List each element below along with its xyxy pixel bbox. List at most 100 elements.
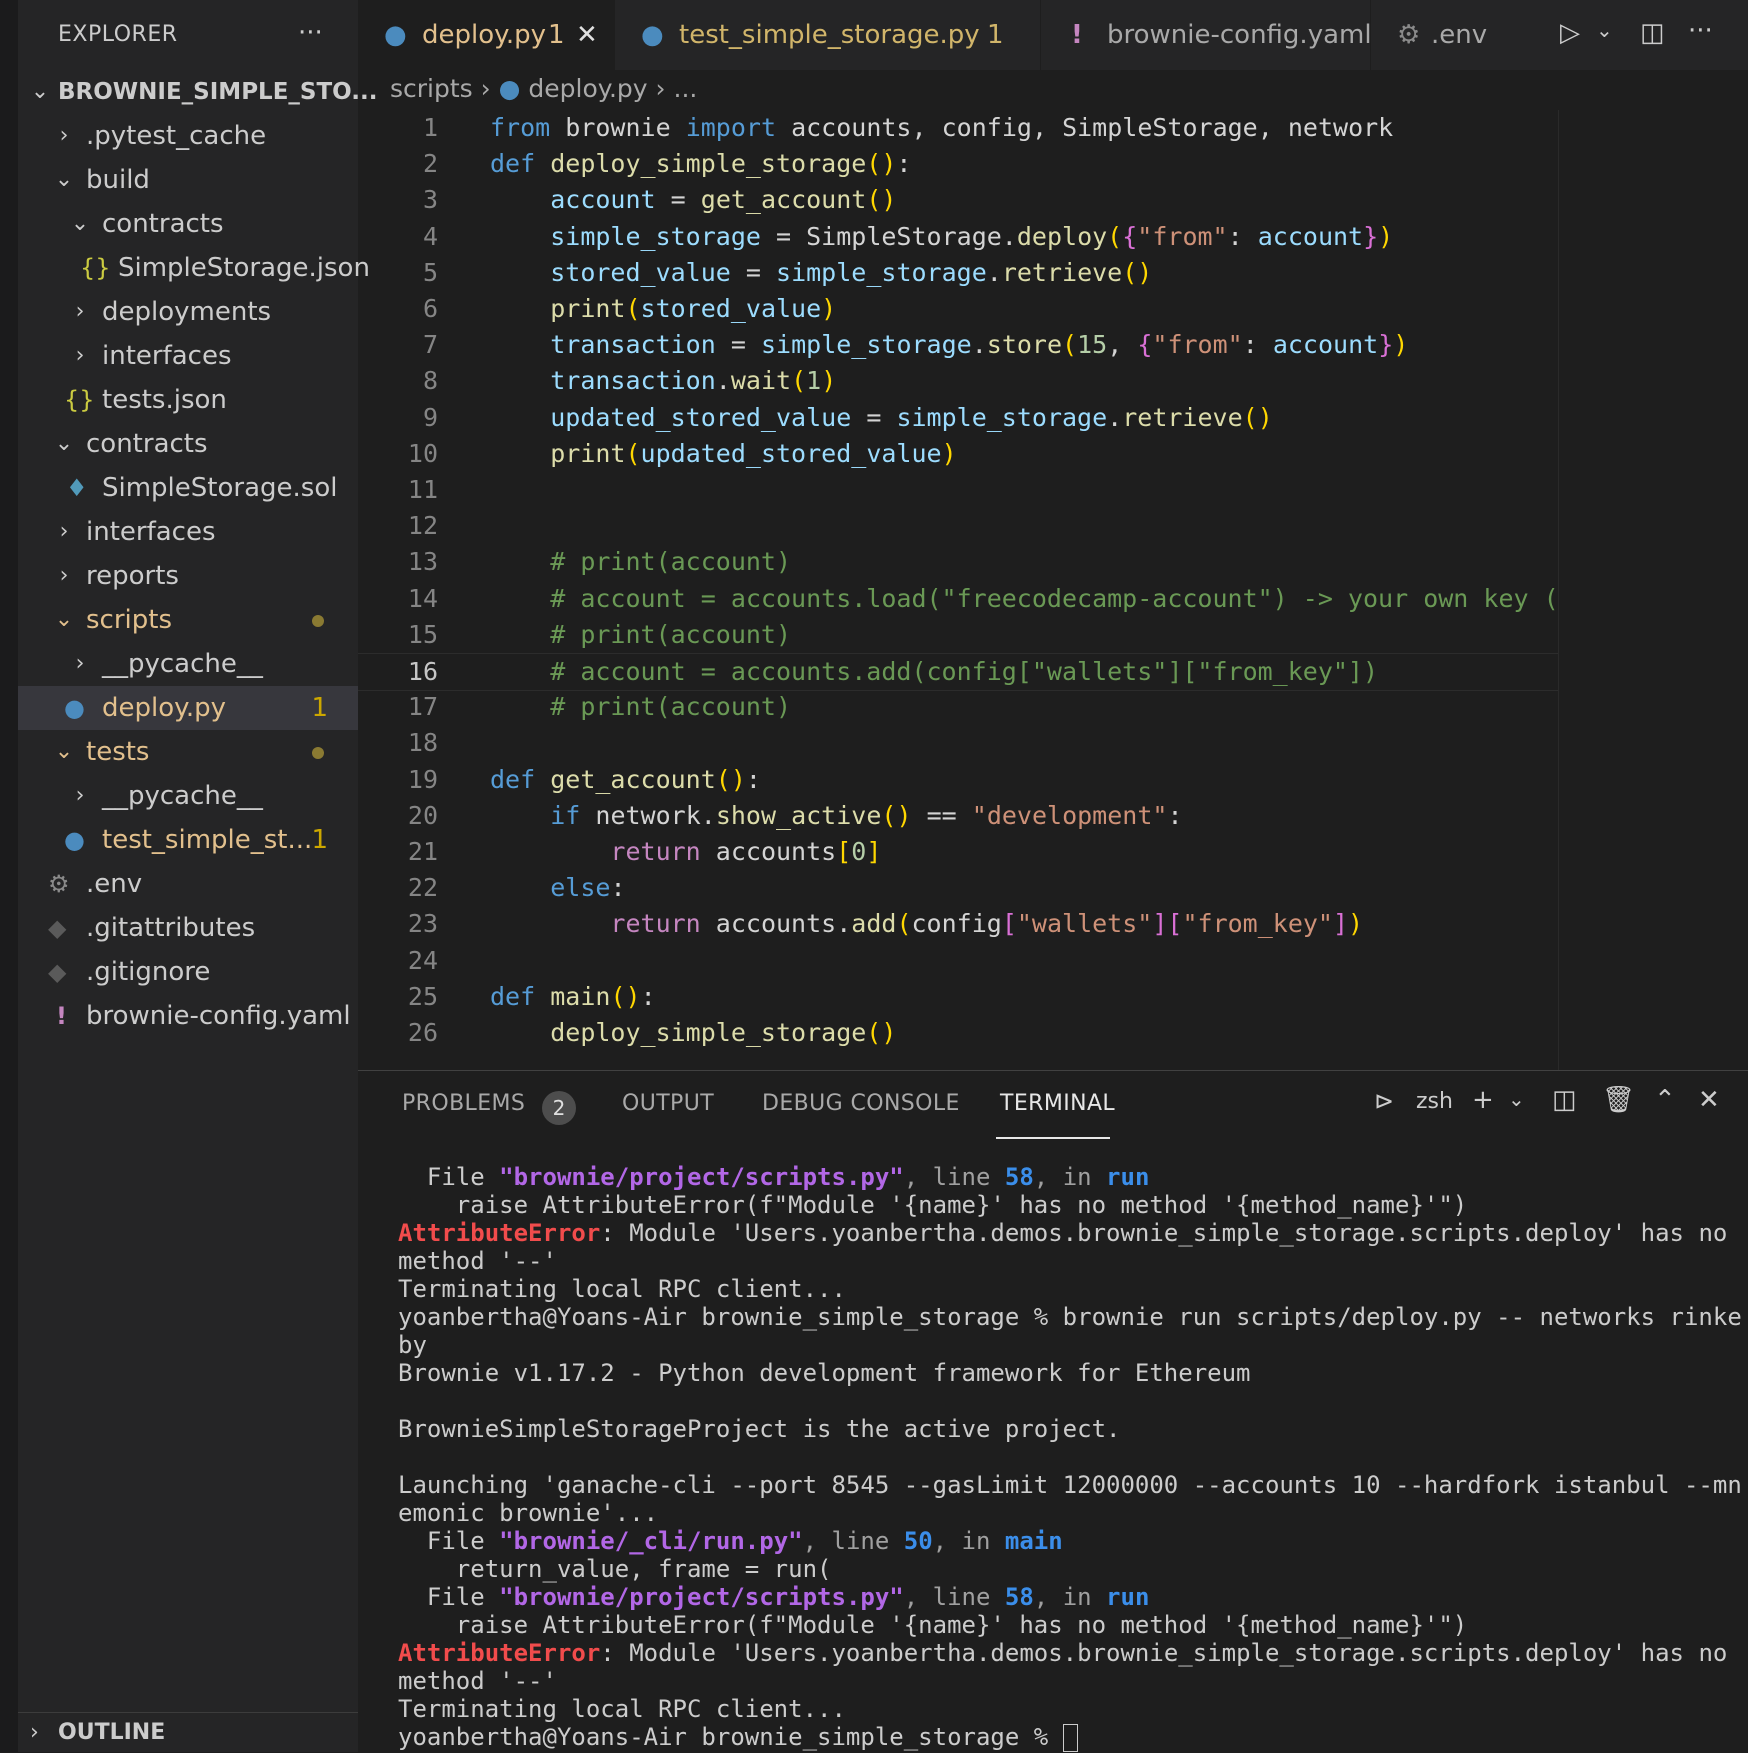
split-editor-icon[interactable]: ◫ bbox=[1640, 18, 1665, 48]
yaml-icon: ! bbox=[1071, 20, 1083, 50]
tree-item-reports[interactable]: › reports bbox=[18, 554, 358, 598]
git-icon: ◆ bbox=[48, 914, 67, 942]
code-text: def main(): bbox=[490, 981, 656, 1011]
code-line[interactable]: 6 print(stored_value) bbox=[358, 291, 1558, 327]
tree-item-tests-json[interactable]: {} tests.json bbox=[18, 378, 358, 422]
minimap[interactable] bbox=[1558, 110, 1729, 1070]
chevron-right-icon: › bbox=[59, 123, 69, 148]
code-text: # account = accounts.add(config["wallets… bbox=[550, 657, 1379, 686]
tab-test-simple-storage[interactable]: ● test_simple_storage.py 1 bbox=[614, 0, 1041, 70]
code-line[interactable]: 11 bbox=[358, 472, 1558, 508]
code-text: # print(account) bbox=[550, 692, 792, 722]
code-line[interactable]: 18 bbox=[358, 725, 1558, 761]
chevron-down-icon[interactable]: ⌄ bbox=[1596, 18, 1613, 42]
tree-item-interfaces[interactable]: › interfaces bbox=[18, 510, 358, 554]
terminal-line: raise AttributeError(f"Module '{name}' h… bbox=[398, 1191, 1468, 1219]
tab-terminal[interactable]: TERMINAL bbox=[1000, 1091, 1115, 1116]
close-icon[interactable]: ✕ bbox=[576, 0, 598, 70]
tree-item-brownie-config[interactable]: ! brownie-config.yaml bbox=[18, 994, 358, 1038]
code-line[interactable]: 13 # print(account) bbox=[358, 544, 1558, 580]
line-number: 3 bbox=[422, 185, 438, 215]
project-name: BROWNIE_SIMPLE_STO... bbox=[58, 79, 378, 105]
code-line[interactable]: 20 if network.show_active() == "developm… bbox=[358, 798, 1558, 834]
code-line[interactable]: 5 stored_value = simple_storage.retrieve… bbox=[358, 255, 1558, 291]
tree-item-deploy-py[interactable]: ● deploy.py 1 bbox=[18, 686, 358, 730]
code-line[interactable]: 25 def main(): bbox=[358, 979, 1558, 1015]
line-number: 13 bbox=[407, 547, 438, 577]
code-text: else: bbox=[550, 873, 626, 903]
tree-item-gitattributes[interactable]: ◆ .gitattributes bbox=[18, 906, 358, 950]
tree-item-simplestorage-sol[interactable]: ♦ SimpleStorage.sol bbox=[18, 466, 358, 510]
code-line[interactable]: 19 def get_account(): bbox=[358, 762, 1558, 798]
terminal-line: AttributeError: Module 'Users.yoanbertha… bbox=[398, 1219, 1728, 1247]
terminal-output[interactable]: File "brownie/project/scripts.py", line … bbox=[398, 1163, 1742, 1752]
code-line[interactable]: 4 simple_storage = SimpleStorage.deploy(… bbox=[358, 219, 1558, 255]
code-line[interactable]: 17 # print(account) bbox=[358, 689, 1558, 725]
add-terminal-icon[interactable]: + bbox=[1472, 1085, 1494, 1115]
trash-icon[interactable]: 🗑 bbox=[1602, 1085, 1635, 1115]
chevron-down-icon[interactable]: ⌄ bbox=[1508, 1087, 1525, 1111]
split-terminal-icon[interactable]: ◫ bbox=[1552, 1085, 1577, 1115]
line-number: 12 bbox=[407, 511, 438, 541]
chevron-down-icon: ⌄ bbox=[54, 431, 74, 456]
tab-deploy-py[interactable]: ● deploy.py 1 ✕ bbox=[358, 0, 614, 70]
code-line[interactable]: 15 # print(account) bbox=[358, 617, 1558, 653]
code-line[interactable]: 2 def deploy_simple_storage(): bbox=[358, 146, 1558, 182]
activity-strip bbox=[0, 0, 18, 1752]
code-line[interactable]: 26 deploy_simple_storage() bbox=[358, 1015, 1558, 1051]
code-line[interactable]: 23 return accounts.add(config["wallets"]… bbox=[358, 906, 1558, 942]
terminal-shell-name[interactable]: zsh bbox=[1416, 1089, 1453, 1114]
run-icon[interactable]: ▷ bbox=[1560, 18, 1580, 48]
code-line[interactable]: 9 updated_stored_value = simple_storage.… bbox=[358, 400, 1558, 436]
code-editor[interactable]: 1 from brownie import accounts, config, S… bbox=[358, 110, 1604, 1070]
python-icon: ● bbox=[641, 20, 664, 50]
terminal-line: by bbox=[398, 1331, 427, 1359]
active-tab-underline bbox=[996, 1137, 1110, 1139]
line-number: 25 bbox=[407, 981, 438, 1011]
tree-item-tests-pycache[interactable]: › __pycache__ bbox=[18, 774, 358, 818]
tree-item-scripts-pycache[interactable]: › __pycache__ bbox=[18, 642, 358, 686]
tree-item-env[interactable]: ⚙ .env bbox=[18, 862, 358, 906]
code-line[interactable]: 7 transaction = simple_storage.store(15,… bbox=[358, 327, 1558, 363]
close-panel-icon[interactable]: ✕ bbox=[1698, 1085, 1720, 1115]
tab-debug-console[interactable]: DEBUG CONSOLE bbox=[762, 1091, 960, 1116]
tab-brownie-config[interactable]: ! brownie-config.yaml bbox=[1040, 0, 1372, 70]
code-line[interactable]: 21 return accounts[0] bbox=[358, 834, 1558, 870]
tree-item-test-simple-storage[interactable]: ● test_simple_st... 1 bbox=[18, 818, 358, 862]
project-root[interactable]: ⌄ BROWNIE_SIMPLE_STO... bbox=[18, 70, 378, 114]
breadcrumb-file[interactable]: deploy.py bbox=[528, 74, 647, 103]
tree-item-build[interactable]: ⌄ build bbox=[18, 158, 358, 202]
code-line[interactable]: 16 # account = accounts.add(config["wall… bbox=[358, 653, 1558, 691]
tree-item-deployments[interactable]: › deployments bbox=[18, 290, 358, 334]
code-line[interactable]: 1 from brownie import accounts, config, S… bbox=[358, 110, 1558, 146]
tree-item-build-contracts[interactable]: ⌄ contracts bbox=[18, 202, 358, 246]
breadcrumb-more[interactable]: ... bbox=[674, 74, 698, 103]
tree-item-scripts[interactable]: ⌄ scripts bbox=[18, 598, 358, 642]
tree-item-build-interfaces[interactable]: › interfaces bbox=[18, 334, 358, 378]
code-line[interactable]: 8 transaction.wait(1) bbox=[358, 363, 1558, 399]
terminal-line: method '--' bbox=[398, 1247, 557, 1275]
outline-section[interactable]: › OUTLINE bbox=[18, 1712, 358, 1753]
more-actions-icon[interactable]: ··· bbox=[1688, 16, 1713, 46]
tab-output[interactable]: OUTPUT bbox=[622, 1091, 714, 1116]
code-line[interactable]: 10 print(updated_stored_value) bbox=[358, 436, 1558, 472]
tree-item-pytest-cache[interactable]: › .pytest_cache bbox=[18, 114, 358, 158]
code-line[interactable]: 24 bbox=[358, 943, 1558, 979]
chevron-right-icon: › bbox=[480, 74, 499, 103]
tab-env[interactable]: ⚙ .env bbox=[1370, 0, 1497, 70]
tab-problems[interactable]: PROBLEMS bbox=[402, 1091, 525, 1116]
terminal-line: Terminating local RPC client... bbox=[398, 1275, 846, 1303]
tree-item-gitignore[interactable]: ◆ .gitignore bbox=[18, 950, 358, 994]
tree-item-contracts[interactable]: ⌄ contracts bbox=[18, 422, 358, 466]
maximize-panel-icon[interactable]: ⌃ bbox=[1654, 1085, 1676, 1115]
code-line[interactable]: 14 # account = accounts.load("freecodeca… bbox=[358, 581, 1604, 617]
breadcrumb-folder[interactable]: scripts bbox=[390, 74, 473, 103]
tree-item-tests[interactable]: ⌄ tests bbox=[18, 730, 358, 774]
tree-item-simplestorage-json[interactable]: {} SimpleStorage.json bbox=[18, 246, 370, 290]
code-line[interactable]: 22 else: bbox=[358, 870, 1558, 906]
code-line[interactable]: 3 account = get_account() bbox=[358, 182, 1558, 218]
code-line[interactable]: 12 bbox=[358, 508, 1558, 544]
explorer-more-icon[interactable]: ··· bbox=[298, 18, 323, 48]
line-number: 20 bbox=[407, 800, 438, 830]
